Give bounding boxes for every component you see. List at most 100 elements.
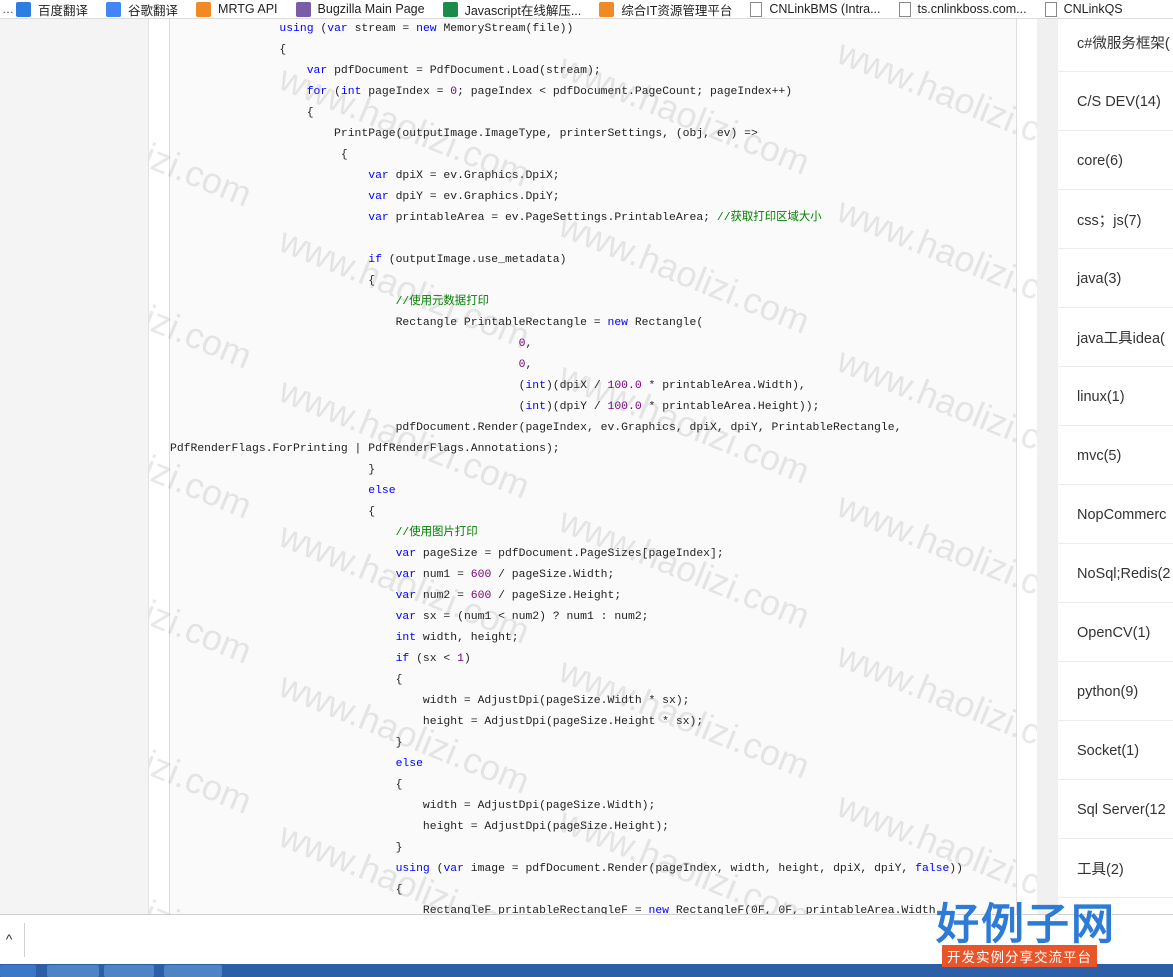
code-token: printableArea = ev.PageSettings.Printabl… <box>388 212 717 224</box>
code-line: { <box>170 670 403 691</box>
code-token: ( <box>313 23 328 35</box>
code-token: / pageSize.Height; <box>491 590 622 602</box>
code-token: { <box>170 884 403 896</box>
code-token: { <box>170 107 314 119</box>
bookmark-item[interactable]: Bugzilla Main Page <box>295 0 443 18</box>
code-line: var num2 = 600 / pageSize.Height; <box>170 586 622 607</box>
code-line: var sx = (num1 < num2) ? num1 : num2; <box>170 607 649 628</box>
category-link[interactable]: c#微服务框架( <box>1058 19 1173 72</box>
code-line: var dpiX = ev.Graphics.DpiX; <box>170 166 559 187</box>
code-line: } <box>170 460 375 481</box>
code-line: var num1 = 600 / pageSize.Width; <box>170 565 615 586</box>
category-link[interactable]: core(6) <box>1058 132 1173 190</box>
category-sidebar: c#微服务框架(C/S DEV(14) core(6) css；js(7) java(… <box>1058 19 1173 914</box>
bookmark-label: CNLinkBMS (Intra... <box>769 2 881 16</box>
code-token: )(dpiY / <box>545 401 608 413</box>
taskbar-start-button[interactable] <box>0 965 36 977</box>
code-token: //使用元数据打印 <box>395 296 489 308</box>
taskbar-visual-studio-app[interactable] <box>164 965 222 977</box>
code-token: image = pdfDocument.Render(pageIndex, wi… <box>463 863 916 875</box>
code-token: ) <box>463 653 471 665</box>
category-link[interactable]: OpenCV(1) <box>1058 604 1173 662</box>
code-line: { <box>170 880 403 901</box>
category-link[interactable]: NoSql;Redis(2 <box>1058 545 1173 603</box>
code-token: using <box>279 23 314 35</box>
bookmark-item[interactable]: MRTG API <box>196 0 296 18</box>
code-line: 0, <box>170 334 533 355</box>
code-line: } <box>170 838 403 859</box>
code-token: RectangleF(0F, 0F, printableArea.Width, <box>669 905 943 914</box>
code-token: var <box>395 611 417 623</box>
taskbar-browser-app[interactable] <box>104 965 154 977</box>
code-line: //使用图片打印 <box>170 523 478 544</box>
bookmark-item[interactable]: 谷歌翻译 <box>106 0 196 18</box>
category-link[interactable]: mvc(5) <box>1058 427 1173 485</box>
code-token: height = AdjustDpi(pageSize.Height * sx)… <box>170 716 704 728</box>
code-token: pageSize = pdfDocument.PageSizes[pageInd… <box>416 548 724 560</box>
code-token: var <box>368 170 389 182</box>
code-line: height = AdjustDpi(pageSize.Height); <box>170 817 669 838</box>
category-link[interactable]: css；js(7) <box>1058 191 1173 249</box>
bookmark-item[interactable]: 综合IT资源管理平台 <box>599 0 750 18</box>
page-gutter <box>1037 19 1058 914</box>
category-link[interactable]: NopCommerc <box>1058 486 1173 544</box>
code-line: var dpiY = ev.Graphics.DpiY; <box>170 187 559 208</box>
taskbar-folder-app[interactable] <box>47 965 99 977</box>
code-token: RectangleF printableRectangleF = <box>170 905 649 914</box>
bookmark-item[interactable]: CNLinkBMS (Intra... <box>750 0 898 18</box>
code-token: var <box>306 65 328 77</box>
code-token: )) <box>949 863 963 875</box>
code-token: 600 <box>470 569 492 581</box>
category-link[interactable]: C/S DEV(14) <box>1058 73 1173 131</box>
code-token: ( <box>429 863 444 875</box>
code-token: var <box>395 569 417 581</box>
code-token: Rectangle( <box>628 317 704 329</box>
code-token: else <box>368 485 396 497</box>
bookmark-label: 百度翻译 <box>38 3 89 18</box>
category-link[interactable]: linux(1) <box>1058 368 1173 426</box>
code-token: * printableArea.Height)); <box>641 401 820 413</box>
it-platform-icon <box>599 1 615 17</box>
code-token: new <box>607 317 628 329</box>
bookmark-item[interactable]: ts.cnlinkboss.com... <box>898 0 1045 18</box>
code-token: ( <box>327 86 341 98</box>
code-line: width = AdjustDpi(pageSize.Width); <box>170 796 655 817</box>
bookmark-item[interactable]: 百度翻译 <box>16 0 106 18</box>
code-line: //使用元数据打印 <box>170 292 489 313</box>
code-line: width = AdjustDpi(pageSize.Width * sx); <box>170 691 690 712</box>
category-link[interactable]: java工具idea( <box>1058 309 1173 367</box>
scroll-up-icon[interactable]: ^ <box>0 929 18 949</box>
code-token: Rectangle PrintableRectangle = <box>170 317 608 329</box>
category-link[interactable]: Socket(1) <box>1058 722 1173 780</box>
code-token: for <box>306 86 328 98</box>
category-link[interactable]: Sql Server(12 <box>1058 781 1173 839</box>
code-token: (sx < <box>409 653 458 665</box>
code-line: using (var stream = new MemoryStream(fil… <box>170 19 573 40</box>
bookmarks-overflow-indicator[interactable]: … <box>0 2 16 16</box>
code-token: , <box>525 338 533 350</box>
category-link[interactable]: java(3) <box>1058 250 1173 308</box>
code-token: using <box>395 863 430 875</box>
bookmark-item[interactable]: Javascript在线解压... <box>442 0 600 18</box>
code-token: pdfDocument.Render(pageIndex, ev.Graphic… <box>170 422 902 434</box>
code-line: (int)(dpiX / 100.0 * printableArea.Width… <box>170 376 806 397</box>
code-line: else <box>170 754 423 775</box>
category-link[interactable]: python(9) <box>1058 663 1173 721</box>
code-token: { <box>170 779 403 791</box>
code-token: { <box>170 149 348 161</box>
code-token: var <box>368 212 389 224</box>
code-token: 1 <box>457 653 464 665</box>
bookmark-item[interactable]: CNLinkQS <box>1044 0 1141 18</box>
code-line: } <box>170 733 403 754</box>
code-line: for (int pageIndex = 0; pageIndex < pdfD… <box>170 82 792 103</box>
code-token: int <box>340 86 362 98</box>
code-token: 600 <box>470 590 492 602</box>
code-token: { <box>170 44 287 56</box>
